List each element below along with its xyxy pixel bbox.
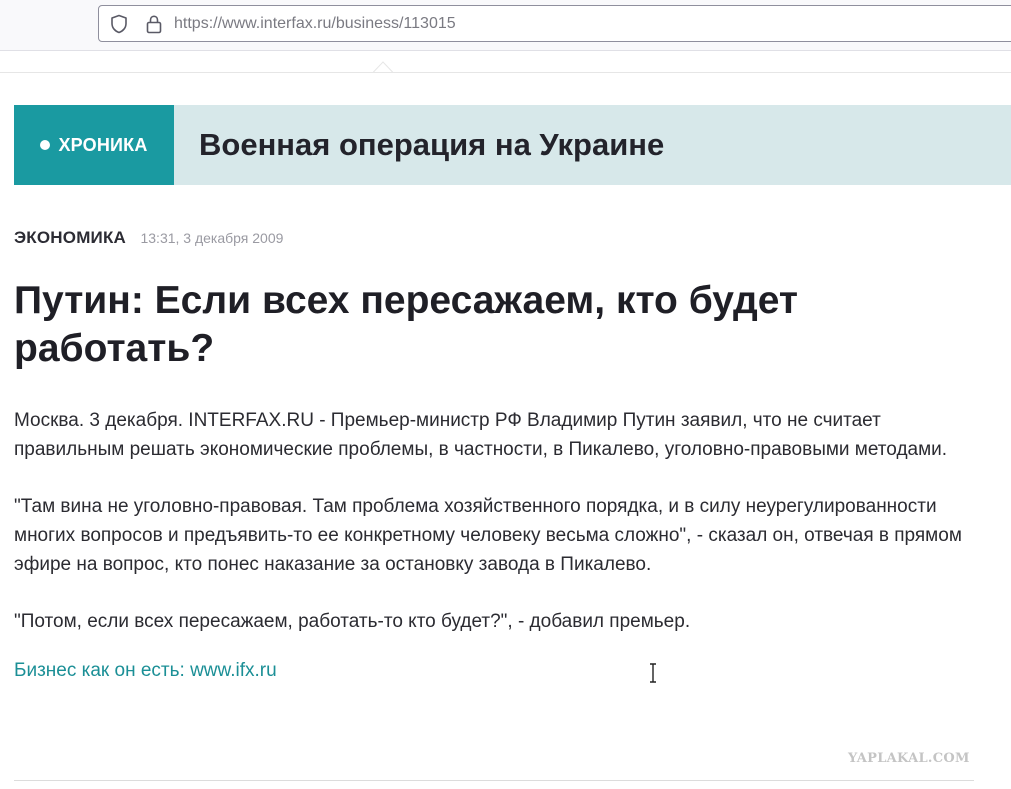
content-divider — [14, 780, 974, 781]
text-cursor-icon — [650, 663, 656, 683]
url-prefix: https://www. — [174, 15, 261, 32]
chronicle-title[interactable]: Военная операция на Украине — [199, 127, 664, 163]
article-headline: Путин: Если всех пересажаем, кто будет р… — [14, 279, 799, 370]
lock-icon[interactable] — [145, 14, 163, 34]
chronicle-banner[interactable]: ХРОНИКА Военная операция на Украине — [14, 105, 1011, 185]
address-bar[interactable]: https://www.interfax.ru/business/113015 — [98, 5, 1011, 42]
article-date: 13:31, 3 декабря 2009 — [140, 230, 284, 246]
article-rubric[interactable]: ЭКОНОМИКА — [14, 228, 126, 247]
shield-icon[interactable] — [109, 14, 129, 34]
footer-link[interactable]: Бизнес как он есть: www.ifx.ru — [14, 660, 277, 681]
watermark: YAPLAKAL.COM — [848, 751, 970, 766]
article-body: Москва. 3 декабря. INTERFAX.RU - Премьер… — [14, 406, 974, 685]
chronicle-badge-label: ХРОНИКА — [58, 134, 148, 155]
url-path: /business/113015 — [331, 15, 456, 32]
header-divider — [0, 72, 1011, 73]
article-meta: ЭКОНОМИКА 13:31, 3 декабря 2009 — [14, 228, 283, 250]
article-paragraph: "Там вина не уголовно-правовая. Там проб… — [14, 496, 962, 575]
url-host: interfax.ru — [260, 15, 332, 32]
article-paragraph: Москва. 3 декабря. INTERFAX.RU - Премьер… — [14, 410, 948, 460]
article-paragraph: "Потом, если всех пересажаем, работать-т… — [14, 611, 691, 632]
browser-toolbar: https://www.interfax.ru/business/113015 — [0, 0, 1011, 51]
url-text[interactable]: https://www.interfax.ru/business/113015 — [174, 14, 456, 34]
live-dot-icon — [40, 140, 51, 150]
chronicle-badge[interactable]: ХРОНИКА — [14, 105, 174, 185]
